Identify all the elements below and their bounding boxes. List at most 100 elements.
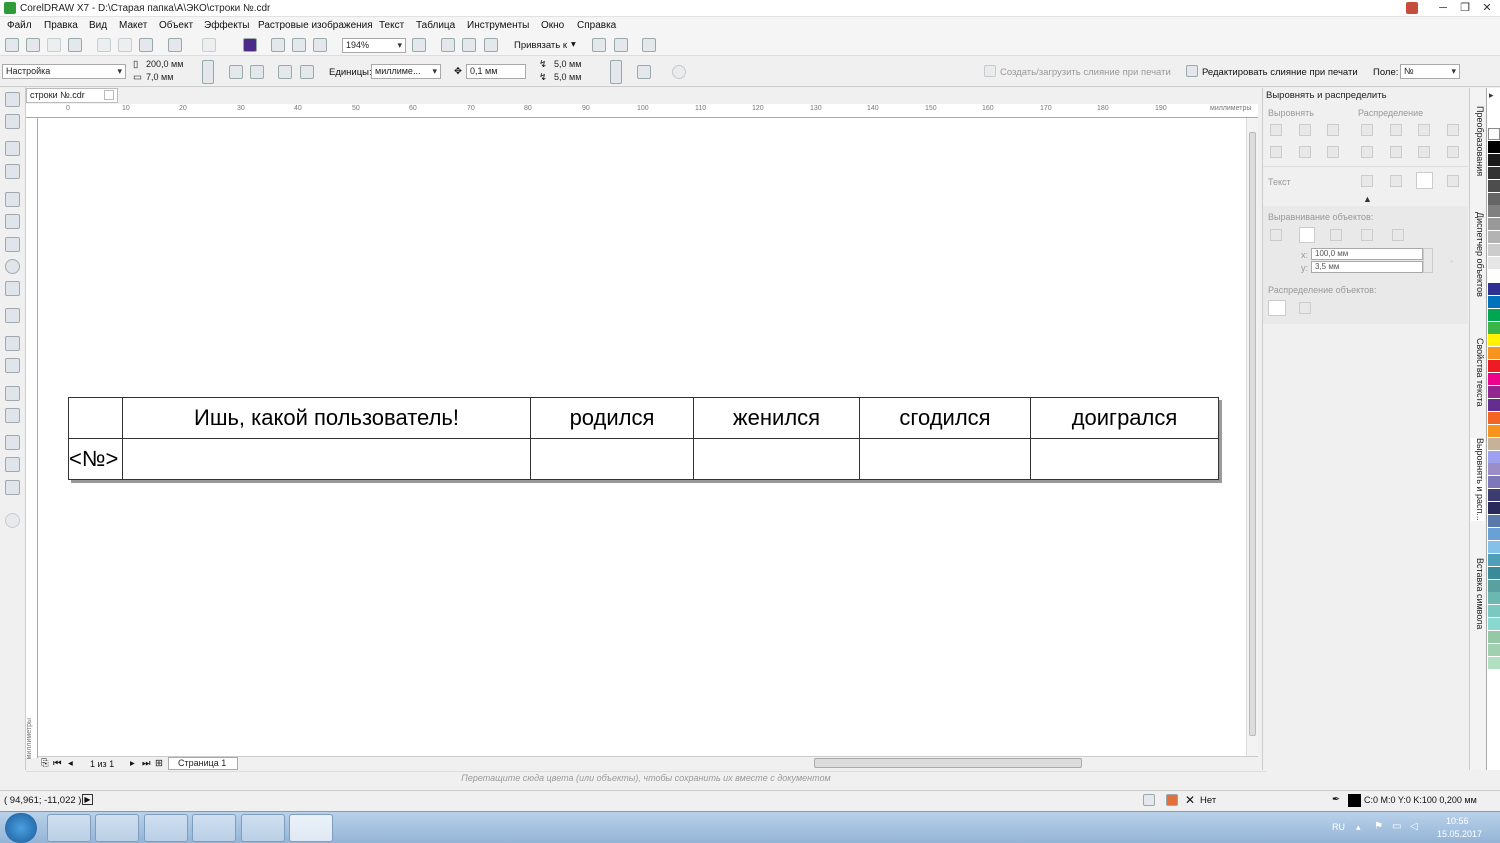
- field-select[interactable]: №: [1400, 64, 1460, 79]
- distribute-left-icon[interactable]: [1361, 124, 1373, 136]
- copy-icon[interactable]: [118, 38, 132, 52]
- units-select[interactable]: миллиме...: [371, 64, 441, 79]
- explorer-taskbar-icon[interactable]: [47, 814, 91, 842]
- y-field[interactable]: 3,5 мм: [1311, 261, 1423, 273]
- distribute-to-page-icon[interactable]: [1299, 302, 1311, 314]
- text-tool-icon[interactable]: [5, 308, 20, 323]
- palette-swatch[interactable]: [1488, 605, 1500, 618]
- document-table[interactable]: Ишь, какой пользователь! родился женился…: [68, 397, 1219, 480]
- show-guidelines-icon[interactable]: [484, 38, 498, 52]
- input-language[interactable]: RU: [1332, 822, 1345, 832]
- freehand-tool-icon[interactable]: [5, 192, 20, 207]
- calculator-taskbar-icon[interactable]: [144, 814, 188, 842]
- align-center-h-icon[interactable]: [1299, 124, 1311, 136]
- align-to-page-center-icon[interactable]: [1330, 229, 1342, 241]
- show-grid-icon[interactable]: [462, 38, 476, 52]
- customize-toolbox-icon[interactable]: [5, 513, 20, 528]
- text-bounding-box-icon[interactable]: [1416, 172, 1433, 189]
- align-to-active-icon[interactable]: [1270, 229, 1282, 241]
- palette-swatch[interactable]: [1488, 515, 1500, 527]
- palette-swatch[interactable]: [1488, 540, 1500, 553]
- document-palette-hint[interactable]: Перетащите сюда цвета (или объекты), что…: [26, 771, 1266, 785]
- table-cell[interactable]: [1030, 438, 1219, 480]
- parallel-dimension-tool-icon[interactable]: [5, 336, 20, 351]
- palette-swatch[interactable]: [1488, 282, 1500, 295]
- page-tab[interactable]: Страница 1: [168, 757, 238, 770]
- palette-swatch[interactable]: [1488, 618, 1500, 631]
- menu-object[interactable]: Объект: [159, 20, 193, 31]
- preset-select[interactable]: Настройка: [2, 64, 126, 79]
- palette-swatch[interactable]: [1488, 489, 1500, 502]
- menu-help[interactable]: Справка: [577, 20, 616, 31]
- transparency-tool-icon[interactable]: [5, 408, 20, 423]
- ellipse-tool-icon[interactable]: [5, 259, 20, 274]
- palette-swatch[interactable]: [1488, 424, 1500, 437]
- table-cell[interactable]: родился: [530, 397, 694, 439]
- align-bottom-icon[interactable]: [1327, 146, 1339, 158]
- table-cell[interactable]: сгодился: [859, 397, 1031, 439]
- all-pages-icon[interactable]: [278, 65, 292, 79]
- last-page-icon[interactable]: ⏭: [142, 758, 151, 769]
- text-outline-icon[interactable]: [1447, 175, 1459, 187]
- table-cell[interactable]: доигрался: [1030, 397, 1219, 439]
- tab-align-distribute[interactable]: Выровнять и расп...: [1471, 438, 1485, 521]
- clock-date[interactable]: 15.05.2017: [1437, 829, 1482, 839]
- pick-tool-icon[interactable]: [5, 92, 20, 107]
- menu-bitmaps[interactable]: Растровые изображения: [258, 20, 373, 31]
- align-top-icon[interactable]: [1270, 146, 1282, 158]
- distribute-to-selection-icon[interactable]: [1268, 300, 1286, 316]
- menu-view[interactable]: Вид: [89, 20, 107, 31]
- undo-icon[interactable]: [168, 38, 182, 52]
- palette-swatch[interactable]: [1488, 373, 1500, 386]
- play-icon[interactable]: ▶: [82, 794, 93, 805]
- full-screen-preview-icon[interactable]: [412, 38, 426, 52]
- palette-swatch[interactable]: [1488, 244, 1500, 257]
- palette-swatch[interactable]: [1488, 192, 1500, 205]
- merge-create-button[interactable]: Создать/загрузить слияние при печати: [1000, 67, 1171, 78]
- text-last-line-icon[interactable]: [1390, 175, 1402, 187]
- palette-swatch[interactable]: [1488, 205, 1500, 218]
- table-cell[interactable]: [693, 438, 860, 480]
- menu-file[interactable]: Файл: [7, 20, 32, 31]
- palette-swatch[interactable]: [1488, 360, 1500, 373]
- color-eyedropper-tool-icon[interactable]: [5, 435, 20, 450]
- palette-swatch[interactable]: [1488, 140, 1500, 153]
- vertical-ruler[interactable]: миллиметры: [26, 118, 38, 759]
- volume-icon[interactable]: ◁: [1410, 821, 1418, 832]
- distribute-spacing-h-icon[interactable]: [1418, 124, 1430, 136]
- align-right-icon[interactable]: [1327, 124, 1339, 136]
- tab-object-manager[interactable]: Диспетчер объектов: [1471, 212, 1485, 297]
- menu-text[interactable]: Текст: [379, 20, 404, 31]
- palette-swatch[interactable]: [1488, 527, 1500, 540]
- x-field[interactable]: 100,0 мм: [1311, 248, 1423, 260]
- drop-shadow-tool-icon[interactable]: [5, 386, 20, 401]
- palette-swatch[interactable]: [1488, 553, 1500, 566]
- network-icon[interactable]: ▭: [1392, 821, 1401, 832]
- paste-icon[interactable]: [139, 38, 153, 52]
- interactive-fill-tool-icon[interactable]: [5, 457, 20, 472]
- palette-swatch[interactable]: [1488, 437, 1500, 450]
- duplicate-y-field[interactable]: 5,0 мм: [551, 71, 611, 86]
- nudge-distance-field[interactable]: 0,1 мм: [466, 64, 526, 79]
- text-first-line-icon[interactable]: [1361, 175, 1373, 187]
- vertical-scrollbar[interactable]: [1246, 118, 1258, 756]
- palette-swatch[interactable]: [1488, 592, 1500, 605]
- first-page-icon[interactable]: ⏮: [53, 758, 62, 769]
- palette-swatch[interactable]: [1488, 398, 1500, 411]
- palette-scroll-icon[interactable]: ▸: [1489, 90, 1494, 101]
- publish-pdf-icon[interactable]: [313, 38, 327, 52]
- align-left-icon[interactable]: [1270, 124, 1282, 136]
- palette-swatch[interactable]: [1488, 579, 1500, 592]
- rectangle-tool-icon[interactable]: [5, 237, 20, 252]
- clock-time[interactable]: 10:56: [1446, 816, 1469, 826]
- current-page-icon[interactable]: [300, 65, 314, 79]
- palette-swatch[interactable]: [1488, 334, 1500, 347]
- start-button[interactable]: [5, 813, 37, 843]
- options-icon[interactable]: [592, 38, 606, 52]
- distribute-bottom-icon[interactable]: [1447, 146, 1459, 158]
- palette-swatch[interactable]: [1488, 295, 1500, 308]
- previous-page-icon[interactable]: ◂: [68, 758, 73, 769]
- snap-chevron-down-icon[interactable]: ▾: [571, 39, 576, 50]
- menu-tools[interactable]: Инструменты: [467, 20, 529, 31]
- close-button[interactable]: ✕: [1474, 0, 1500, 16]
